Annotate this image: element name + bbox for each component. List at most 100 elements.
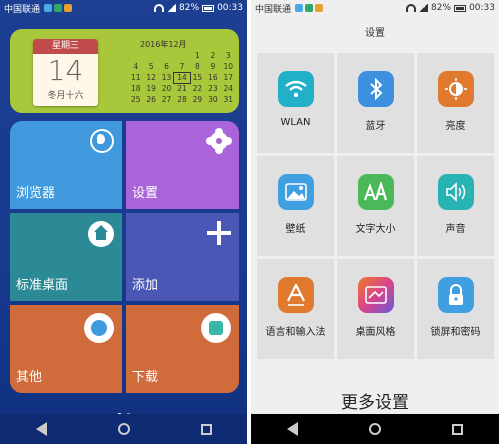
- notification-icon: [64, 4, 73, 12]
- more-settings-button[interactable]: 更多设置: [251, 388, 499, 413]
- calendar-day: 14: [173, 72, 191, 84]
- battery-percent: 82%: [179, 3, 200, 13]
- calendar-day: 11: [130, 73, 141, 82]
- tile-label: 其他: [16, 370, 43, 385]
- setting-label: 亮度: [445, 121, 466, 132]
- sound-setting[interactable]: 声音: [417, 156, 494, 256]
- battery-icon: [454, 4, 467, 12]
- calendar-day: 2: [210, 51, 216, 60]
- calendar-day: 24: [223, 84, 234, 93]
- calendar-day: 10: [223, 62, 234, 71]
- setting-label: 蓝牙: [365, 121, 386, 132]
- setting-label: 文字大小: [355, 224, 396, 235]
- language-icon: [277, 277, 314, 313]
- tile-label: 标准桌面: [16, 278, 69, 293]
- setting-label: 语言和输入法: [265, 327, 326, 338]
- navigation-bar: [251, 414, 499, 444]
- recent-apps-icon[interactable]: [452, 423, 464, 435]
- setting-label: 桌面风格: [355, 327, 396, 338]
- brightness-setting[interactable]: 亮度: [417, 53, 494, 153]
- carrier-label: 中国联通: [4, 4, 41, 15]
- calendar-day: 18: [130, 84, 141, 93]
- settings-tile[interactable]: 设置: [126, 121, 239, 209]
- calendar-day: 31: [223, 95, 234, 104]
- tile-label: 添加: [132, 278, 159, 293]
- setting-label: 锁屏和密码: [430, 327, 481, 338]
- download-tile[interactable]: 下载: [126, 305, 239, 393]
- lock-icon: [437, 277, 474, 313]
- calendar-day: 20: [161, 84, 172, 93]
- calendar-day: 15: [192, 73, 203, 82]
- calendar-day: 21: [177, 84, 187, 93]
- desktop-style-setting[interactable]: 桌面风格: [337, 259, 414, 359]
- calendar-day: 13: [161, 73, 172, 82]
- speaker-icon: [437, 174, 474, 210]
- calendar-widget[interactable]: 星期三 14 冬月十六 2016年12月 1 2 3 4 5 6 7 8 9 10 11 12 13 14…: [10, 29, 239, 113]
- notification-icon: [44, 4, 53, 12]
- status-bar: 中国联通 82% 00:33: [0, 0, 247, 16]
- calendar-day: 27: [161, 95, 172, 104]
- battery-percent: 82%: [431, 3, 452, 13]
- signal-icon: [167, 4, 177, 12]
- recent-apps-icon[interactable]: [200, 423, 212, 435]
- bluetooth-icon: [357, 71, 394, 107]
- clock: 00:33: [217, 3, 243, 13]
- calendar-day: [159, 51, 174, 61]
- calendar-day: 19: [146, 84, 156, 93]
- wifi-status-icon: [406, 4, 417, 12]
- gear-icon: [207, 129, 231, 153]
- notification-icon: [54, 4, 63, 12]
- settings-screen: 中国联通 82% 00:33 设置 WLAN 蓝牙 亮度 壁纸 文字大小 声音 …: [251, 0, 499, 444]
- plus-icon: [207, 221, 231, 245]
- calendar-day: 26: [146, 95, 156, 104]
- clock: 00:33: [469, 3, 495, 13]
- lunar-date: 冬月十六: [47, 91, 84, 101]
- back-icon[interactable]: [286, 422, 298, 436]
- setting-label: WLAN: [280, 117, 311, 128]
- calendar-day: 7: [179, 62, 185, 71]
- tile-label: 浏览器: [16, 186, 56, 201]
- navigation-bar: [0, 414, 247, 444]
- signal-icon: [419, 4, 429, 12]
- calendar-day: 12: [146, 73, 156, 82]
- wallpaper-icon: [277, 174, 314, 210]
- language-input-setting[interactable]: 语言和输入法: [257, 259, 334, 359]
- day-number: 14: [47, 54, 84, 87]
- calendar-day: 23: [208, 84, 218, 93]
- desktop-tile[interactable]: 标准桌面: [10, 213, 122, 301]
- lock-screen-setting[interactable]: 锁屏和密码: [417, 259, 494, 359]
- home-icon: [88, 221, 114, 247]
- calendar-day: 29: [192, 95, 203, 104]
- calendar-day: 8: [195, 62, 200, 71]
- calendar-day: [174, 51, 189, 61]
- add-tile[interactable]: 添加: [126, 213, 239, 301]
- back-icon[interactable]: [35, 422, 47, 436]
- calendar-day: 1: [195, 51, 200, 60]
- calendar-day: 30: [208, 95, 218, 104]
- calendar-day: 16: [208, 73, 218, 82]
- tile-label: 设置: [132, 186, 159, 201]
- calendar-day: 28: [177, 95, 187, 104]
- wlan-setting[interactable]: WLAN: [257, 53, 334, 153]
- font-size-setting[interactable]: 文字大小: [337, 156, 414, 256]
- weekday-label: 星期三: [33, 39, 98, 54]
- notification-icon: [315, 4, 324, 12]
- wallpaper-setting[interactable]: 壁纸: [257, 156, 334, 256]
- wifi-status-icon: [154, 4, 165, 12]
- month-title: 2016年12月: [140, 40, 187, 49]
- bluetooth-setting[interactable]: 蓝牙: [337, 53, 414, 153]
- folder-icon: [84, 313, 114, 343]
- home-button-icon[interactable]: [117, 423, 130, 435]
- browser-tile[interactable]: 浏览器: [10, 121, 122, 209]
- other-tile[interactable]: 其他: [10, 305, 122, 393]
- app-store-icon: [201, 313, 231, 343]
- calendar-day: [143, 51, 158, 61]
- brightness-icon: [437, 71, 474, 107]
- battery-icon: [202, 4, 215, 12]
- calendar-day: 17: [223, 73, 234, 82]
- notification-icon: [295, 4, 304, 12]
- setting-label: 壁纸: [285, 224, 306, 235]
- month-grid: 1 2 3 4 5 6 7 8 9 10 11 12 13 14 15 16 17 18 19 20 21 22 23 24 2…: [128, 51, 236, 105]
- setting-label: 声音: [445, 224, 466, 235]
- home-button-icon[interactable]: [368, 423, 381, 435]
